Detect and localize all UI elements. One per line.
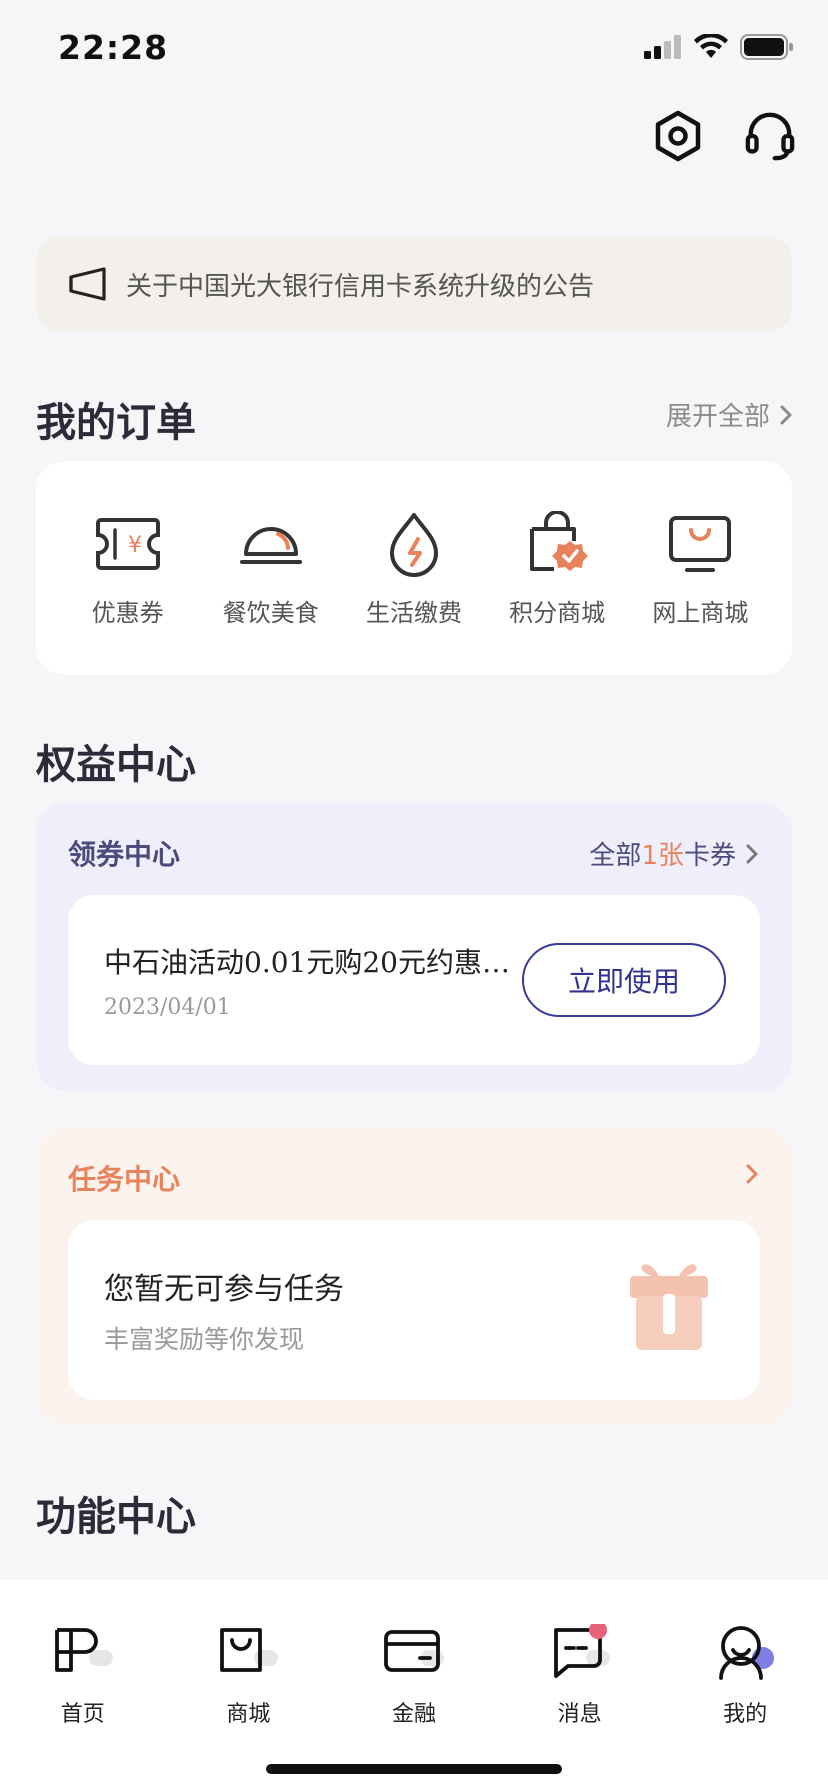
orders-title: 我的订单 — [36, 400, 196, 446]
utility-drop-icon — [389, 512, 438, 577]
bottom-tab-bar: 首页 商城 金融 消息 我的 — [0, 1580, 828, 1792]
customer-service-button[interactable] — [744, 110, 796, 162]
task-empty-title: 您暂无可参与任务 — [104, 1272, 344, 1307]
task-empty-card: 您暂无可参与任务 丰富奖励等你发现 — [68, 1220, 760, 1400]
status-time: 22:28 — [58, 28, 169, 67]
order-item-label: 生活缴费 — [365, 598, 462, 627]
settings-hexagon-icon — [655, 110, 701, 162]
order-item-label: 积分商城 — [509, 598, 606, 627]
functions-title: 功能中心 — [36, 1494, 196, 1540]
coupon-date: 2023/04/01 — [104, 995, 231, 1020]
svg-text:¥: ¥ — [128, 533, 142, 558]
order-item-label: 网上商城 — [652, 598, 749, 627]
tab-label: 金融 — [391, 1702, 436, 1727]
task-center-panel: 任务中心 您暂无可参与任务 丰富奖励等你发现 — [36, 1128, 792, 1424]
expand-all-label: 展开全部 — [665, 402, 770, 432]
food-cloche-icon — [239, 526, 302, 564]
tab-label: 消息 — [557, 1702, 602, 1727]
coupon-center-panel: 领券中心 全部1张卡券 中石油活动0.01元购20元约惠… 2023/04/01… — [36, 803, 792, 1091]
battery-icon — [740, 34, 793, 60]
home-indicator[interactable] — [266, 1764, 562, 1774]
task-center-title: 任务中心 — [68, 1163, 181, 1196]
all-coupons-prefix: 全部 — [589, 841, 642, 871]
top-actions — [652, 110, 796, 162]
tab-label: 商城 — [226, 1702, 271, 1727]
coupon-card[interactable]: 中石油活动0.01元购20元约惠… 2023/04/01 立即使用 — [68, 895, 760, 1065]
wallet-card-icon — [384, 1630, 444, 1672]
wifi-icon — [694, 34, 728, 58]
megaphone-icon — [69, 267, 106, 301]
tab-profile[interactable]: 我的 — [685, 1624, 805, 1792]
task-empty-subtitle: 丰富奖励等你发现 — [104, 1325, 305, 1354]
points-bag-icon — [530, 510, 589, 571]
coupon-count: 1张 — [641, 841, 684, 871]
home-icon — [54, 1628, 113, 1672]
order-item-online-mall[interactable]: 网上商城 — [635, 509, 765, 628]
benefits-title: 权益中心 — [36, 742, 196, 788]
status-icons — [644, 34, 794, 60]
chevron-right-icon — [746, 844, 758, 863]
coupon-center-title: 领券中心 — [68, 838, 181, 871]
coupon-name: 中石油活动0.01元购20元约惠… — [104, 946, 510, 979]
order-item-utilities[interactable]: 生活缴费 — [349, 509, 479, 628]
tab-home[interactable]: 首页 — [23, 1624, 143, 1792]
status-bar: 22:28 — [0, 0, 828, 100]
order-item-points-mall[interactable]: 积分商城 — [492, 509, 622, 628]
orders-card: ¥ 优惠券 餐饮美食 生活缴费 积分商城 网上商城 — [36, 462, 792, 674]
tab-label: 首页 — [60, 1702, 105, 1727]
order-item-food[interactable]: 餐饮美食 — [206, 509, 336, 628]
expand-all-link[interactable]: 展开全部 — [666, 396, 792, 433]
all-coupons-suffix: 卡券 — [683, 841, 736, 871]
signal-icon — [644, 35, 681, 59]
order-item-label: 优惠券 — [91, 598, 164, 627]
online-mall-monitor-icon — [669, 515, 732, 572]
profile-icon — [719, 1626, 775, 1680]
gift-icon — [630, 1264, 708, 1350]
order-item-label: 餐饮美食 — [222, 598, 319, 627]
announcement-banner[interactable]: 关于中国光大银行信用卡系统升级的公告 — [36, 236, 792, 332]
order-item-coupon[interactable]: ¥ 优惠券 — [63, 509, 193, 628]
coupon-ticket-icon: ¥ — [95, 517, 160, 570]
chevron-right-icon — [780, 405, 792, 424]
announcement-text: 关于中国光大银行信用卡系统升级的公告 — [126, 271, 595, 302]
task-center-more[interactable] — [746, 1164, 758, 1188]
mall-bag-icon — [220, 1628, 279, 1672]
chevron-right-icon — [746, 1164, 758, 1184]
message-bubble-icon — [553, 1624, 610, 1678]
all-coupons-link[interactable]: 全部1张卡券 — [589, 835, 758, 872]
tab-label: 我的 — [723, 1702, 768, 1727]
use-now-button[interactable]: 立即使用 — [522, 943, 726, 1017]
settings-button[interactable] — [652, 110, 704, 162]
headset-icon — [745, 112, 795, 161]
